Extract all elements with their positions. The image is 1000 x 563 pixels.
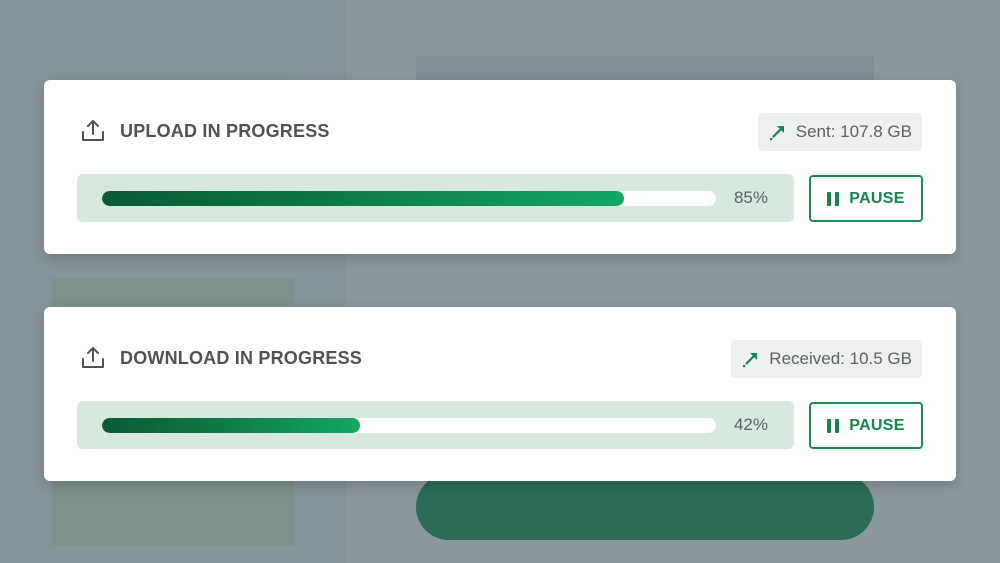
progress-percent: 85%	[733, 188, 768, 207]
progress-track: 85%	[77, 174, 794, 222]
background-button	[416, 474, 874, 540]
transfer-arrow-icon	[768, 122, 788, 142]
transfer-stat: Sent: 107.8 GB	[757, 113, 922, 151]
pause-button[interactable]: PAUSE	[809, 175, 923, 222]
stat-text: Sent: 107.8 GB	[795, 122, 912, 141]
progress-fill	[102, 418, 360, 433]
card-title: DOWNLOAD IN PROGRESS	[120, 347, 363, 368]
pause-button[interactable]: PAUSE	[809, 402, 923, 449]
pause-icon	[827, 418, 840, 433]
pause-button-label: PAUSE	[849, 189, 905, 207]
progress-track: 42%	[77, 401, 794, 449]
transfer-stat: Received: 10.5 GB	[731, 340, 922, 378]
pause-button-label: PAUSE	[849, 416, 905, 434]
upload-icon	[80, 118, 106, 144]
card-header: UPLOAD IN PROGRESS	[80, 118, 330, 144]
progress-percent: 42%	[733, 415, 768, 434]
stat-text: Received: 10.5 GB	[769, 349, 912, 368]
progress-fill	[102, 191, 624, 206]
download-card: DOWNLOAD IN PROGRESS Received: 10.5 GB 4…	[44, 307, 956, 481]
transfer-arrow-icon	[741, 349, 761, 369]
upload-card: UPLOAD IN PROGRESS Sent: 107.8 GB 85% PA…	[44, 80, 956, 254]
progress-bar	[102, 418, 716, 433]
progress-bar	[102, 191, 716, 206]
card-header: DOWNLOAD IN PROGRESS	[80, 345, 362, 371]
pause-icon	[827, 191, 840, 206]
card-title: UPLOAD IN PROGRESS	[120, 120, 330, 141]
upload-icon	[80, 345, 106, 371]
